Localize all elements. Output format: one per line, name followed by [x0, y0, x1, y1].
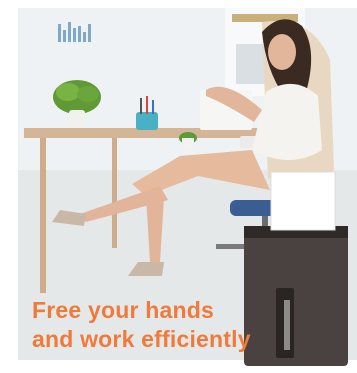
office-scene: Free your hands and work efficiently — [0, 0, 357, 373]
caption-line-1: Free your hands — [32, 297, 214, 323]
promo-caption: Free your hands and work efficiently — [32, 296, 332, 354]
caption-line-2: and work efficiently — [32, 326, 251, 352]
paper-sheet — [270, 171, 336, 231]
pen-holder — [136, 112, 158, 130]
